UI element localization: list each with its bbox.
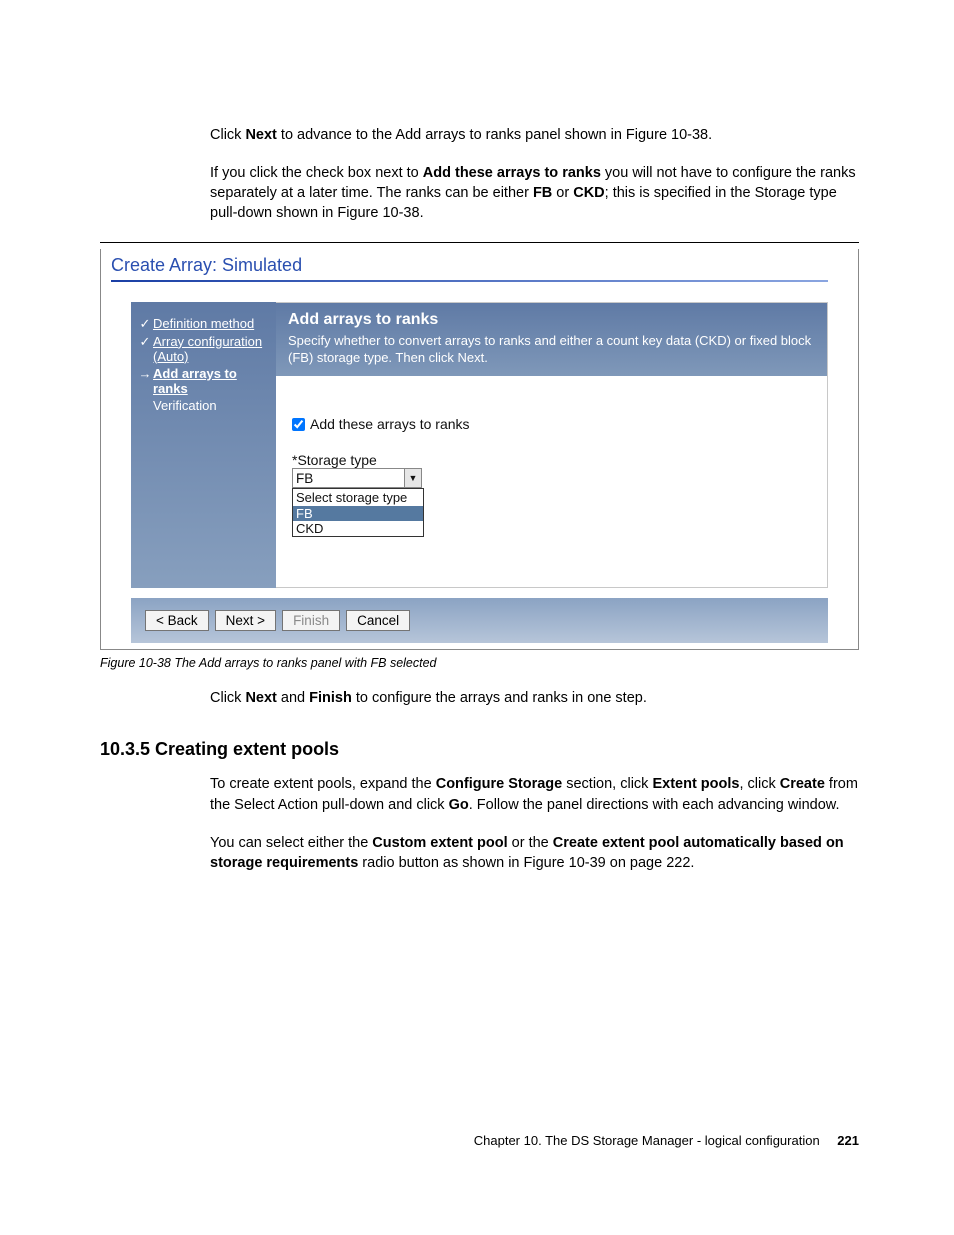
- figure-10-38: Create Array: Simulated ✓ Definition met…: [100, 242, 859, 651]
- wizard-header: Add arrays to ranks Specify whether to c…: [276, 303, 827, 377]
- figure-caption: Figure 10-38 The Add arrays to ranks pan…: [100, 656, 859, 670]
- check-icon: ✓: [137, 316, 153, 332]
- paragraph-5: You can select either the Custom extent …: [210, 833, 859, 874]
- storage-type-value: FB: [296, 471, 313, 486]
- wizard-step-desc: Specify whether to convert arrays to ran…: [288, 333, 815, 367]
- sidebar-step-add-arrays[interactable]: → Add arrays to ranks: [137, 366, 272, 396]
- back-button[interactable]: < Back: [145, 610, 209, 631]
- text-bold: Custom extent pool: [372, 835, 507, 851]
- paragraph-4: To create extent pools, expand the Confi…: [210, 774, 859, 815]
- text: and: [277, 690, 309, 706]
- dropdown-option-fb[interactable]: FB: [293, 506, 423, 521]
- footer-page-number: 221: [837, 1133, 859, 1148]
- sidebar-step-label: Verification: [153, 398, 217, 413]
- text-bold: FB: [533, 185, 552, 201]
- text: Click: [210, 690, 245, 706]
- text-bold: Add these arrays to ranks: [423, 165, 601, 181]
- text-bold: Next: [245, 690, 276, 706]
- text-bold: Extent pools: [652, 776, 739, 792]
- footer-chapter: Chapter 10. The DS Storage Manager - log…: [474, 1133, 820, 1148]
- paragraph-3: Click Next and Finish to configure the a…: [210, 688, 859, 708]
- sidebar-step-definition[interactable]: ✓ Definition method: [137, 316, 272, 332]
- next-button[interactable]: Next >: [215, 610, 276, 631]
- section-heading: 10.3.5 Creating extent pools: [100, 739, 859, 760]
- wizard-step-title: Add arrays to ranks: [288, 311, 815, 329]
- arrow-right-icon: →: [137, 366, 153, 382]
- text-bold: Create: [780, 776, 825, 792]
- text-bold: Next: [245, 127, 276, 143]
- add-arrays-checkbox[interactable]: [292, 418, 305, 431]
- storage-type-dropdown: Select storage type FB CKD: [292, 488, 424, 537]
- text: , click: [739, 776, 779, 792]
- paragraph-1: Click Next to advance to the Add arrays …: [210, 125, 859, 145]
- text: . Follow the panel directions with each …: [469, 797, 840, 813]
- text: or the: [508, 835, 553, 851]
- text: or: [552, 185, 573, 201]
- chevron-down-icon: ▼: [404, 469, 421, 487]
- finish-button[interactable]: Finish: [282, 610, 340, 631]
- dropdown-header: Select storage type: [293, 489, 423, 506]
- sidebar-step-verification[interactable]: Verification: [137, 398, 272, 413]
- text: To create extent pools, expand the: [210, 776, 436, 792]
- wizard-title: Create Array: Simulated: [101, 249, 858, 280]
- text-bold: CKD: [573, 185, 604, 201]
- sidebar-step-array-config[interactable]: ✓ Array configuration (Auto): [137, 334, 272, 364]
- sidebar-step-label: Array configuration (Auto): [153, 334, 272, 364]
- text: to configure the arrays and ranks in one…: [352, 690, 647, 706]
- text-bold: Go: [449, 797, 469, 813]
- text-bold: Configure Storage: [436, 776, 562, 792]
- page-footer: Chapter 10. The DS Storage Manager - log…: [100, 1133, 859, 1148]
- text: If you click the check box next to: [210, 165, 423, 181]
- text: to advance to the Add arrays to ranks pa…: [277, 127, 712, 143]
- wizard-sidebar: ✓ Definition method ✓ Array configuratio…: [131, 302, 276, 589]
- dropdown-option-ckd[interactable]: CKD: [293, 521, 423, 536]
- sidebar-step-label: Add arrays to ranks: [153, 366, 272, 396]
- sidebar-step-label: Definition method: [153, 316, 254, 331]
- storage-type-select[interactable]: FB ▼: [292, 468, 422, 488]
- storage-type-label: *Storage type: [292, 452, 811, 468]
- check-icon: ✓: [137, 334, 153, 350]
- add-arrays-checkbox-label: Add these arrays to ranks: [310, 416, 470, 432]
- text: section, click: [562, 776, 652, 792]
- paragraph-2: If you click the check box next to Add t…: [210, 163, 859, 224]
- cancel-button[interactable]: Cancel: [346, 610, 410, 631]
- text: You can select either the: [210, 835, 372, 851]
- text: radio button as shown in Figure 10-39 on…: [358, 855, 694, 871]
- wizard-button-bar: < Back Next > Finish Cancel: [131, 598, 828, 643]
- text: Click: [210, 127, 245, 143]
- text-bold: Finish: [309, 690, 352, 706]
